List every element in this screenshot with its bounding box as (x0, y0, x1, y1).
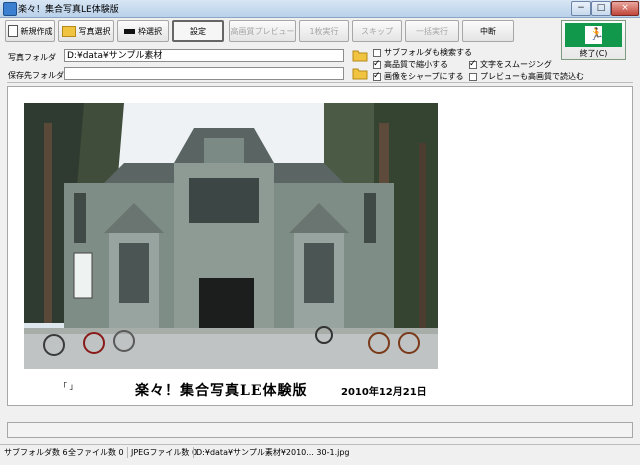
skip-button[interactable]: スキップ (352, 20, 402, 42)
preview-date: 2010年12月21日 (341, 387, 427, 398)
hq-shrink-checkbox[interactable]: 高品質で縮小する (373, 59, 448, 70)
frame-icon (124, 28, 135, 34)
new-button[interactable]: 新規作成 (5, 20, 55, 42)
app-icon (3, 2, 17, 16)
quote-marks: 「 」 (59, 382, 78, 391)
photo-folder-browse-button[interactable] (352, 48, 368, 62)
minimize-button[interactable]: − (571, 1, 591, 16)
exit-sign-icon: 🏃 (565, 23, 622, 47)
frame-select-label: 枠選択 (138, 26, 162, 36)
save-folder-browse-button[interactable] (352, 66, 368, 80)
photo-folder-field[interactable]: D:¥data¥サンプル素材 (64, 49, 344, 62)
batch-run-label: 一括実行 (416, 26, 448, 36)
photo-folder-label: 写真フォルダ (8, 53, 56, 62)
batch-run-button[interactable]: 一括実行 (405, 20, 459, 42)
settings-button[interactable]: 設定 (172, 20, 224, 42)
all-file-count: 全ファイル数 0 (68, 448, 124, 457)
hq-shrink-label: 高品質で縮小する (384, 60, 448, 69)
select-photo-label: 写真選択 (78, 26, 111, 36)
hq-preview-label: 高画質プレビュー (230, 26, 295, 36)
status-divider (193, 447, 194, 458)
window-title: 楽々！集合写真LE体験版 (18, 5, 119, 15)
preview-hq-checkbox[interactable]: プレビューも高画質で読込む (469, 71, 584, 82)
sharpen-label: 画像をシャープにする (384, 72, 464, 81)
save-folder-field[interactable] (64, 67, 344, 80)
exit-label: 終了(C) (579, 49, 608, 58)
checkbox-box (373, 48, 381, 57)
current-file-path: D:¥data¥サンプル素材¥2010... 30-1.jpg (196, 448, 350, 457)
stop-button[interactable]: 中断 (462, 20, 514, 42)
new-button-label: 新規作成 (20, 26, 53, 36)
stop-label: 中断 (480, 26, 496, 36)
checkbox-box (373, 59, 381, 69)
sharpen-checkbox[interactable]: 画像をシャープにする (373, 71, 464, 82)
subfolder-count: サブフォルダ数 6 (4, 448, 68, 457)
frame-select-button[interactable]: 枠選択 (117, 20, 169, 42)
search-subfolders-label: サブフォルダも検索する (384, 48, 472, 57)
run-one-label: 1枚実行 (309, 26, 339, 36)
maximize-button[interactable]: □ (591, 1, 611, 16)
jpeg-file-count: JPEGファイル数 0 (131, 448, 198, 457)
running-man-icon: 🏃 (589, 27, 604, 41)
checkbox-box (373, 71, 381, 81)
folder-icon (352, 50, 368, 62)
hq-preview-button[interactable]: 高画質プレビュー (229, 20, 296, 42)
title-bar[interactable]: 楽々！集合写真LE体験版 − □ × (0, 0, 640, 18)
preview-hq-label: プレビューも高画質で読込む (480, 72, 584, 81)
save-folder-label: 保存先フォルダ (8, 71, 64, 80)
skip-label: スキップ (361, 26, 393, 36)
select-photo-button[interactable]: 写真選択 (58, 20, 114, 42)
close-button[interactable]: × (611, 1, 639, 16)
folder-icon (61, 25, 76, 37)
search-subfolders-checkbox[interactable]: サブフォルダも検索する (373, 47, 472, 58)
building-photo (24, 103, 438, 369)
folder-icon (352, 68, 368, 80)
separator (7, 82, 633, 83)
progress-bar (7, 422, 633, 438)
exit-button[interactable]: 🏃 終了(C) (561, 20, 626, 60)
status-divider (127, 447, 128, 458)
smooth-text-label: 文字をスムージング (480, 60, 552, 69)
new-document-icon (7, 25, 18, 37)
preview-caption: 楽々！集合写真LE体験版 (135, 383, 308, 399)
run-one-button[interactable]: 1枚実行 (299, 20, 349, 42)
checkbox-box (469, 59, 477, 69)
settings-label: 設定 (190, 26, 206, 36)
smooth-text-checkbox[interactable]: 文字をスムージング (469, 59, 552, 70)
preview-area: 「 」 楽々！集合写真LE体験版 2010年12月21日 (7, 86, 633, 406)
status-bar: サブフォルダ数 6 全ファイル数 0 JPEGファイル数 0 D:¥data¥サ… (0, 444, 640, 460)
checkbox-box (469, 72, 477, 81)
app-window: 楽々！集合写真LE体験版 − □ × 新規作成 写真選択 枠選択 設定 高画質プ… (0, 0, 640, 465)
